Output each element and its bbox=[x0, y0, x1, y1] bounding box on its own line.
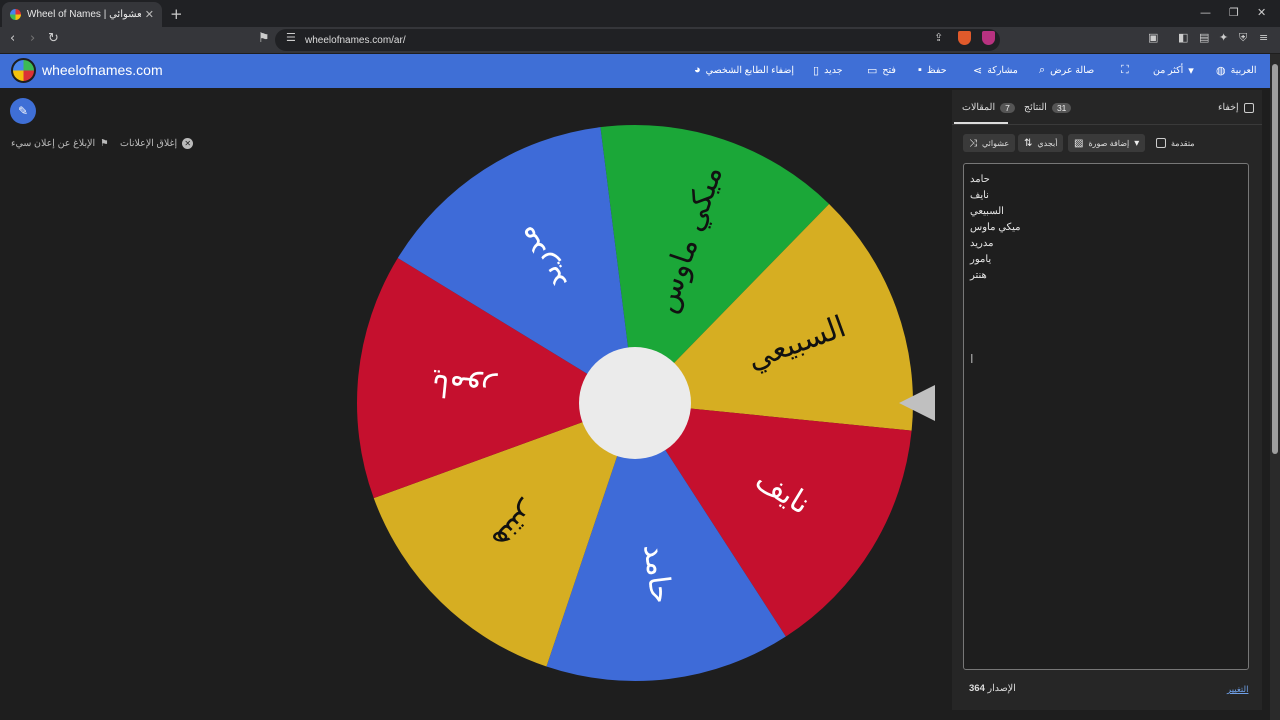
browser-tab[interactable]: Wheel of Names | اسم العشوائي ✕ bbox=[2, 2, 162, 27]
restore-icon[interactable]: ❐ bbox=[1229, 6, 1239, 19]
vpn-icon[interactable]: ⛨ bbox=[1239, 31, 1247, 45]
reload-icon[interactable]: ↻ bbox=[48, 31, 59, 46]
browser-toolbar: ‹ › ↻ ⚑ wheelofnames.com/ar/ ☰ ⇪ ▣ ◧ ▤ ✦… bbox=[0, 27, 1280, 53]
spin-button[interactable] bbox=[579, 347, 691, 459]
bookmark-icon[interactable]: ⚑ bbox=[258, 31, 270, 46]
leo-icon[interactable]: ✦ bbox=[1219, 31, 1228, 44]
close-circle-icon: ✕ bbox=[182, 138, 194, 149]
share-icon: ⋖ bbox=[973, 65, 983, 77]
customize-button[interactable]: ◕ إضفاء الطابع الشخصي bbox=[694, 64, 794, 76]
minimize-icon[interactable]: — bbox=[1200, 6, 1211, 19]
scrollbar-thumb[interactable] bbox=[1272, 64, 1278, 454]
page-scrollbar[interactable] bbox=[1270, 54, 1280, 720]
site-name[interactable]: wheelofnames.com bbox=[42, 62, 163, 78]
results-count-badge: 31 bbox=[1051, 102, 1072, 113]
site-info-icon[interactable]: ☰ bbox=[286, 31, 296, 44]
menu-icon[interactable]: ≡ bbox=[1259, 31, 1268, 44]
close-ads-link[interactable]: إغلاق الإعلانات ✕ bbox=[120, 138, 194, 149]
language-button[interactable]: ◍ العربية bbox=[1216, 64, 1257, 77]
advanced-checkbox[interactable] bbox=[1156, 138, 1166, 148]
tab-entries[interactable]: المقالات 7 bbox=[962, 102, 1015, 113]
sort-button[interactable]: ⇅ أبجدي bbox=[1018, 134, 1064, 152]
new-button[interactable]: ▯ جديد bbox=[813, 64, 843, 77]
brave-rewards-icon[interactable] bbox=[982, 31, 995, 45]
edit-button[interactable]: ✎ bbox=[10, 98, 36, 124]
text-cursor-icon: I bbox=[970, 352, 974, 366]
app-header: wheelofnames.com ◕ إضفاء الطابع الشخصي ▯… bbox=[0, 54, 1270, 88]
sidebar-icon[interactable]: ◧ bbox=[1178, 31, 1188, 44]
save-button[interactable]: ▪ حفظ bbox=[918, 64, 947, 76]
more-button[interactable]: أكثر من ▾ bbox=[1153, 64, 1194, 77]
hide-panel-toggle[interactable]: إخفاء bbox=[1218, 102, 1254, 113]
version-info: 364 الإصدار bbox=[963, 683, 1016, 694]
close-tab-icon[interactable]: ✕ bbox=[145, 8, 154, 21]
add-image-button[interactable]: ▨ إضافة صورة ▾ bbox=[1068, 134, 1146, 152]
report-ad-link[interactable]: الإبلاغ عن إعلان سيء ⚑ bbox=[11, 138, 109, 149]
wheel-pointer bbox=[899, 385, 935, 421]
tab-results[interactable]: النتائج 31 bbox=[1024, 102, 1072, 113]
name-entry: نايف bbox=[970, 190, 989, 201]
pencil-icon: ✎ bbox=[17, 104, 29, 118]
browser-tabstrip: Wheel of Names | اسم العشوائي ✕ + — ❐ ✕ bbox=[0, 0, 1280, 27]
names-list: حامد نايف السبيعي ميكي ماوس مدريد يامور هنتر bbox=[970, 172, 1242, 284]
shuffle-icon: ⤨ bbox=[969, 137, 977, 149]
wheel-segment-label: يامور bbox=[430, 366, 499, 407]
version-number: 364 bbox=[969, 683, 985, 694]
screenshot-icon[interactable]: ▣ bbox=[1148, 31, 1158, 44]
folder-icon: ▭ bbox=[867, 65, 878, 77]
globe-icon: ◍ bbox=[1216, 65, 1226, 77]
entries-panel: المقالات 7 النتائج 31 إخفاء ⤨ عشوائي ⇅ أ… bbox=[952, 90, 1262, 710]
brave-shields-icon[interactable] bbox=[958, 31, 971, 45]
name-entry: هنتر bbox=[970, 270, 987, 281]
name-entry: مدريد bbox=[970, 238, 994, 249]
flag-icon: ⚑ bbox=[100, 138, 109, 149]
hide-checkbox[interactable] bbox=[1243, 102, 1254, 113]
wheel-segment-label: حامد bbox=[636, 542, 678, 605]
new-tab-button[interactable]: + bbox=[170, 5, 183, 23]
favicon-icon bbox=[10, 9, 21, 20]
advanced-toggle[interactable]: متقدمة bbox=[1150, 134, 1201, 152]
share-page-icon[interactable]: ⇪ bbox=[934, 31, 943, 44]
name-entry: حامد bbox=[970, 174, 990, 185]
version-label: الإصدار bbox=[987, 683, 1016, 694]
address-bar[interactable]: wheelofnames.com/ar/ bbox=[275, 29, 1000, 51]
name-entry: يامور bbox=[970, 254, 992, 265]
wheel[interactable]: ميكي ماوسالسبيعينايفحامدهنتريامورمدريد bbox=[350, 120, 920, 690]
tab-divider bbox=[952, 124, 1262, 125]
name-entry: ميكي ماوس bbox=[970, 222, 1021, 233]
file-icon: ▯ bbox=[813, 65, 820, 77]
tab-title: Wheel of Names | اسم العشوائي bbox=[27, 9, 141, 20]
open-button[interactable]: ▭ فتح bbox=[867, 64, 896, 77]
back-icon[interactable]: ‹ bbox=[10, 31, 15, 46]
gallery-button[interactable]: ⌕ صالة عرض bbox=[1039, 64, 1094, 77]
wallet-icon[interactable]: ▤ bbox=[1199, 31, 1209, 44]
palette-icon: ◕ bbox=[694, 64, 701, 76]
names-textarea[interactable]: حامد نايف السبيعي ميكي ماوس مدريد يامور هنتر bbox=[963, 163, 1249, 670]
chevron-down-icon: ▾ bbox=[1134, 137, 1140, 149]
entries-count-badge: 7 bbox=[1000, 102, 1015, 113]
sort-icon: ⇅ bbox=[1024, 137, 1033, 149]
save-icon: ▪ bbox=[918, 64, 922, 76]
logo-icon[interactable] bbox=[11, 58, 36, 83]
share-button[interactable]: ⋖ مشاركة bbox=[973, 64, 1018, 77]
forward-icon[interactable]: › bbox=[30, 31, 35, 46]
url-text: wheelofnames.com/ar/ bbox=[305, 34, 406, 46]
shuffle-button[interactable]: ⤨ عشوائي bbox=[963, 134, 1016, 152]
search-icon: ⌕ bbox=[1039, 64, 1046, 76]
image-icon: ▨ bbox=[1074, 137, 1084, 149]
chevron-down-icon: ▾ bbox=[1188, 65, 1194, 77]
changelog-link[interactable]: التغيير bbox=[1227, 684, 1248, 695]
fullscreen-icon: ⛶ bbox=[1121, 64, 1129, 76]
name-entry: السبيعي bbox=[970, 206, 1004, 217]
fullscreen-button[interactable]: ⛶ bbox=[1121, 64, 1134, 77]
close-window-icon[interactable]: ✕ bbox=[1257, 6, 1266, 19]
